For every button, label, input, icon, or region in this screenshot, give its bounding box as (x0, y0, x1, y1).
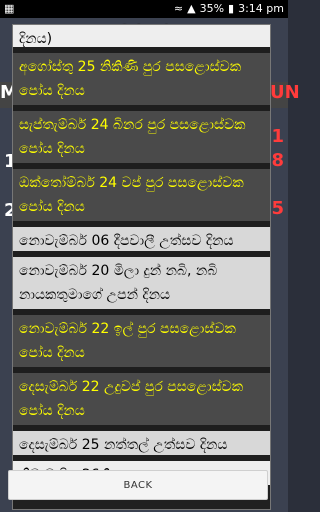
list-item[interactable]: දිනය) (13, 25, 270, 47)
list-item[interactable]: සැප්තැම්බර් 24 බිනර පුර පසළොස්වක පෝය දින… (13, 111, 270, 163)
wifi-icon: ≈ (173, 2, 184, 15)
clock: 3:14 pm (238, 2, 284, 15)
background-number: 8 (271, 150, 284, 171)
list-item[interactable]: ඔක්තෝම්බර් 24 වප් පුර පසළොස්වක පෝය දිනය (13, 169, 270, 221)
list-item[interactable]: දෙසැම්බර් 25 නත්තල් උත්සව දිනය (13, 431, 270, 455)
battery-icon: ▮ (228, 2, 235, 15)
signal-icon: ▲ (187, 2, 196, 15)
status-bar: ▦ ≈ ▲ 35% ▮ 3:14 pm (0, 0, 288, 18)
background-number: 1 (271, 126, 284, 147)
background-number: 5 (271, 198, 284, 219)
image-icon: ▦ (4, 2, 15, 15)
holiday-list-dialog[interactable]: දිනය) අගෝස්තු 25 නිකිණි පුර පසළොස්වක පෝය… (12, 24, 271, 510)
list-item[interactable]: නොවැම්බර් 06 දීපවාලී උත්සව දිනය (13, 227, 270, 251)
list-item[interactable]: නොවැම්බර් 22 ඉල් පුර පසළොස්වක පෝය දිනය (13, 315, 270, 367)
list-item[interactable]: අගෝස්තු 25 නිකිණි පුර පසළොස්වක පෝය දිනය (13, 53, 270, 105)
list-item[interactable]: දෙසැම්බර් 22 උදුවප් පුර පසළොස්වක පෝය දින… (13, 373, 270, 425)
battery-text: 35% (199, 2, 225, 15)
back-button[interactable]: BACK (8, 470, 268, 500)
status-right: ≈ ▲ 35% ▮ 3:14 pm (174, 2, 284, 15)
list-item[interactable]: නොවැම්බර් 20 මිලා දුන් නබි, නබි නායකතුමා… (13, 257, 270, 309)
background-right-cell: UN (270, 82, 300, 108)
